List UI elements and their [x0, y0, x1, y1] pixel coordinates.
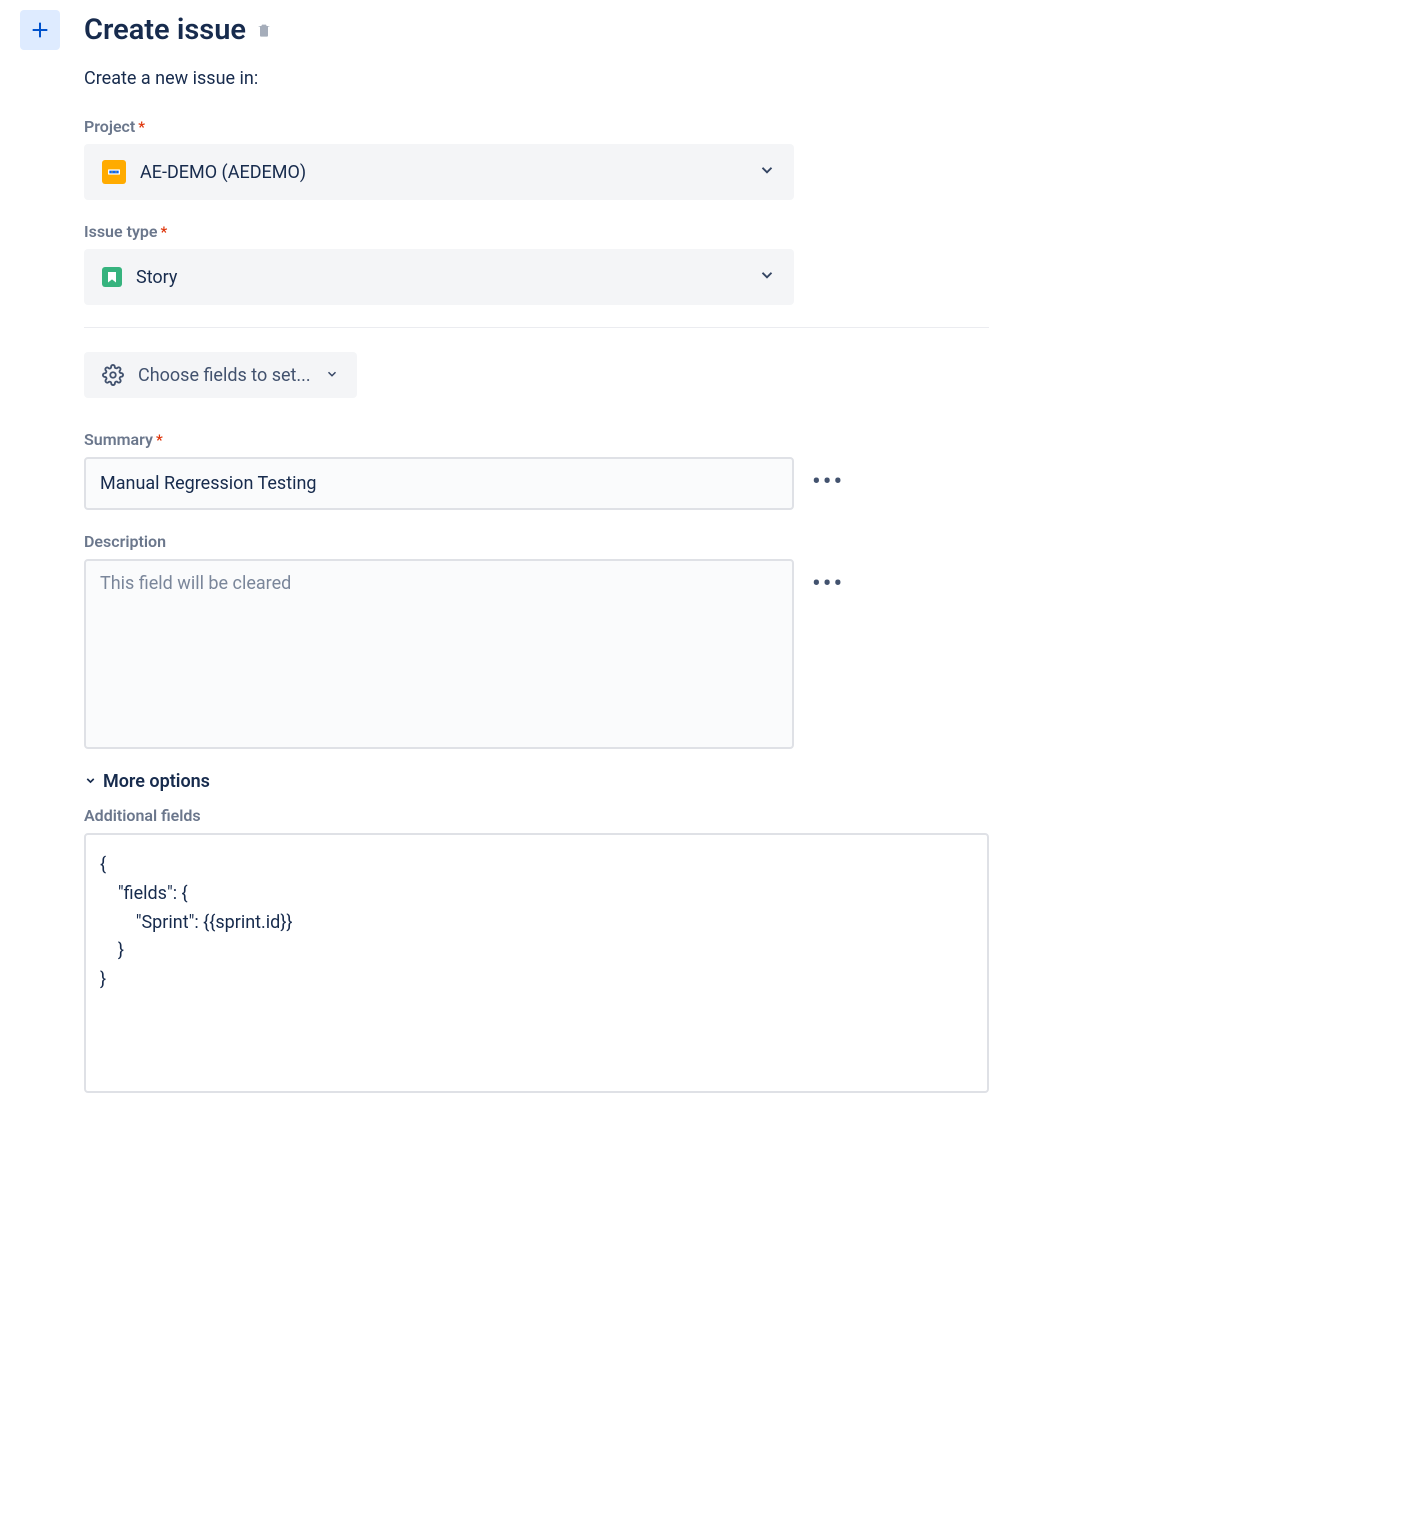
summary-label: Summary *	[84, 430, 1000, 449]
summary-more-menu[interactable]: •••	[812, 469, 844, 495]
additional-fields-input[interactable]: { "fields": { "Sprint": {{sprint.id}} } …	[84, 833, 989, 1093]
project-label: Project *	[84, 117, 1000, 136]
subtitle: Create a new issue in:	[84, 68, 1000, 89]
description-input[interactable]	[84, 559, 794, 749]
description-label: Description	[84, 532, 1000, 551]
description-more-menu[interactable]: •••	[812, 571, 844, 597]
project-select[interactable]: AE-DEMO (AEDEMO)	[84, 144, 794, 200]
chevron-down-icon	[758, 161, 776, 183]
story-icon	[102, 267, 122, 287]
choose-fields-text: Choose fields to set...	[138, 365, 311, 386]
summary-input[interactable]	[84, 457, 794, 510]
project-avatar-icon	[102, 160, 126, 184]
required-indicator: *	[156, 431, 163, 449]
issue-type-label: Issue type *	[84, 222, 1000, 241]
gear-icon	[102, 364, 124, 386]
required-indicator: *	[138, 118, 145, 136]
project-value: AE-DEMO (AEDEMO)	[140, 162, 306, 183]
choose-fields-button[interactable]: Choose fields to set...	[84, 352, 357, 398]
issue-type-select[interactable]: Story	[84, 249, 794, 305]
plus-icon	[29, 19, 51, 41]
trash-icon[interactable]	[256, 22, 272, 38]
chevron-down-icon	[84, 771, 97, 792]
required-indicator: *	[161, 223, 168, 241]
more-options-toggle[interactable]: More options	[84, 771, 1000, 792]
issue-type-value: Story	[136, 267, 177, 288]
divider	[84, 327, 989, 328]
chevron-down-icon	[325, 366, 339, 385]
create-icon-box	[20, 10, 60, 50]
additional-fields-label: Additional fields	[84, 806, 1000, 825]
chevron-down-icon	[758, 266, 776, 288]
page-title: Create issue	[84, 13, 246, 47]
